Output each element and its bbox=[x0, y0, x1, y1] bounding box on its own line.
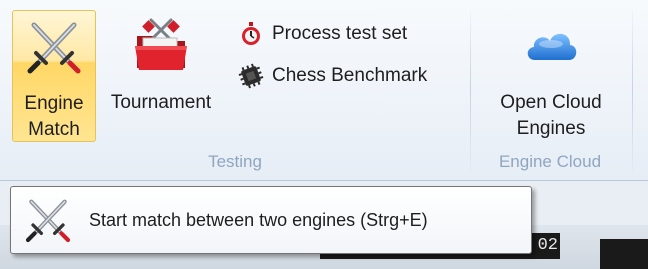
group-label-testing: Testing bbox=[208, 152, 262, 171]
crossed-swords-icon bbox=[24, 17, 84, 77]
engine-match-label-line1: Engine bbox=[24, 93, 84, 114]
ribbon-group-engine-cloud: Open Cloud Engines Engine Cloud bbox=[470, 0, 630, 180]
ribbon: Engine Match Tournament Process test set… bbox=[0, 0, 648, 181]
chess-benchmark-label: Chess Benchmark bbox=[272, 65, 428, 86]
chess-benchmark-button[interactable]: Chess Benchmark bbox=[238, 60, 427, 92]
crossed-swords-icon bbox=[23, 195, 73, 245]
group-label-engine-cloud: Engine Cloud bbox=[498, 152, 602, 171]
tournament-folder-icon bbox=[131, 16, 191, 76]
app-window: Engine Match Tournament Process test set… bbox=[0, 0, 648, 269]
open-cloud-engines-button[interactable]: Open Cloud Engines bbox=[480, 10, 622, 142]
cloud-icon bbox=[521, 16, 581, 76]
open-cloud-label-line2: Engines bbox=[516, 118, 586, 139]
tournament-button[interactable]: Tournament bbox=[98, 10, 224, 142]
tournament-label: Tournament bbox=[110, 92, 212, 113]
tooltip-text: Start match between two engines (Strg+E) bbox=[89, 209, 428, 230]
tooltip: Start match between two engines (Strg+E) bbox=[10, 186, 532, 254]
process-test-set-label: Process test set bbox=[272, 23, 408, 44]
engine-match-label-line2: Match bbox=[28, 119, 80, 140]
open-cloud-label-line1: Open Cloud bbox=[500, 92, 602, 113]
group-separator bbox=[632, 10, 633, 172]
chip-icon bbox=[238, 63, 264, 89]
dark-panel bbox=[600, 239, 648, 269]
clock-fragment: 02 bbox=[537, 236, 558, 255]
engine-match-button[interactable]: Engine Match bbox=[12, 10, 96, 142]
ribbon-group-testing: Engine Match Tournament Process test set… bbox=[0, 0, 470, 180]
process-test-set-button[interactable]: Process test set bbox=[238, 18, 407, 50]
stopwatch-icon bbox=[238, 21, 264, 47]
